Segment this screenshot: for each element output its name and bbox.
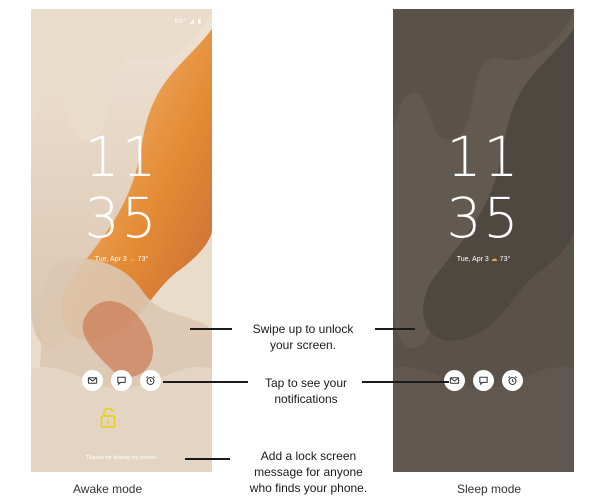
swipe-callout-text: Swipe up to unlock your screen. <box>228 321 378 353</box>
chat-icon <box>117 376 126 386</box>
weather-icon: ☁ <box>128 256 136 263</box>
mail-icon <box>449 377 460 384</box>
tap-callout-line2: notifications <box>274 392 338 406</box>
signal-icon: ◢ <box>189 19 196 25</box>
swipe-callout-line-right <box>375 328 415 330</box>
phone-sleep-mode: 11 35 Tue, Apr 3 ☁ 73° <box>393 9 574 472</box>
battery-icon: ▮ <box>197 19 202 25</box>
clock-hour: 11 <box>446 125 521 189</box>
message-callout-line3: who finds your phone. <box>249 481 368 495</box>
tap-callout-line1: Tap to see your <box>264 376 348 390</box>
clock-hour: 11 <box>84 125 159 189</box>
clock: 11 35 <box>393 127 574 249</box>
status-text: 88° <box>174 19 187 25</box>
clock: 11 35 <box>31 127 212 249</box>
message-notification[interactable] <box>473 370 494 391</box>
message-callout-line2: message for anyone <box>254 465 363 479</box>
alarm-icon <box>146 376 155 385</box>
mail-notification[interactable] <box>82 370 103 391</box>
phone-awake-mode: 88° ◢ ▮ 11 35 Tue, Apr 3 ☁ 73° Thanks fo… <box>31 9 212 472</box>
message-notification[interactable] <box>111 370 132 391</box>
tap-callout-text: Tap to see your notifications <box>246 375 366 407</box>
tap-callout-line-left <box>163 381 248 383</box>
swipe-callout-line-left <box>190 328 232 330</box>
date-text: Tue, Apr 3 <box>94 256 127 263</box>
clock-minute: 35 <box>446 186 521 250</box>
mail-icon <box>87 377 98 384</box>
weather-icon: ☁ <box>490 256 498 263</box>
clock-minute: 35 <box>84 186 159 250</box>
message-callout-line <box>185 458 230 460</box>
date-weather: Tue, Apr 3 ☁ 73° <box>393 255 574 263</box>
chat-icon <box>479 376 488 386</box>
swipe-callout-line1: Swipe up to unlock <box>252 322 354 336</box>
awake-mode-caption: Awake mode <box>73 482 143 496</box>
unlock-icon[interactable] <box>99 407 117 429</box>
message-callout-text: Add a lock screen message for anyone who… <box>226 448 391 496</box>
status-bar: 88° ◢ ▮ <box>175 18 202 25</box>
temperature-text: 73° <box>499 256 511 263</box>
alarm-notification[interactable] <box>502 370 523 391</box>
sleep-mode-caption: Sleep mode <box>457 482 522 496</box>
message-callout-line1: Add a lock screen <box>260 449 357 463</box>
alarm-icon <box>508 376 517 385</box>
swipe-callout-line2: your screen. <box>269 338 337 352</box>
alarm-notification[interactable] <box>140 370 161 391</box>
date-text: Tue, Apr 3 <box>456 256 489 263</box>
date-weather: Tue, Apr 3 ☁ 73° <box>31 255 212 263</box>
temperature-text: 73° <box>137 256 149 263</box>
tap-callout-line-right <box>362 381 449 383</box>
